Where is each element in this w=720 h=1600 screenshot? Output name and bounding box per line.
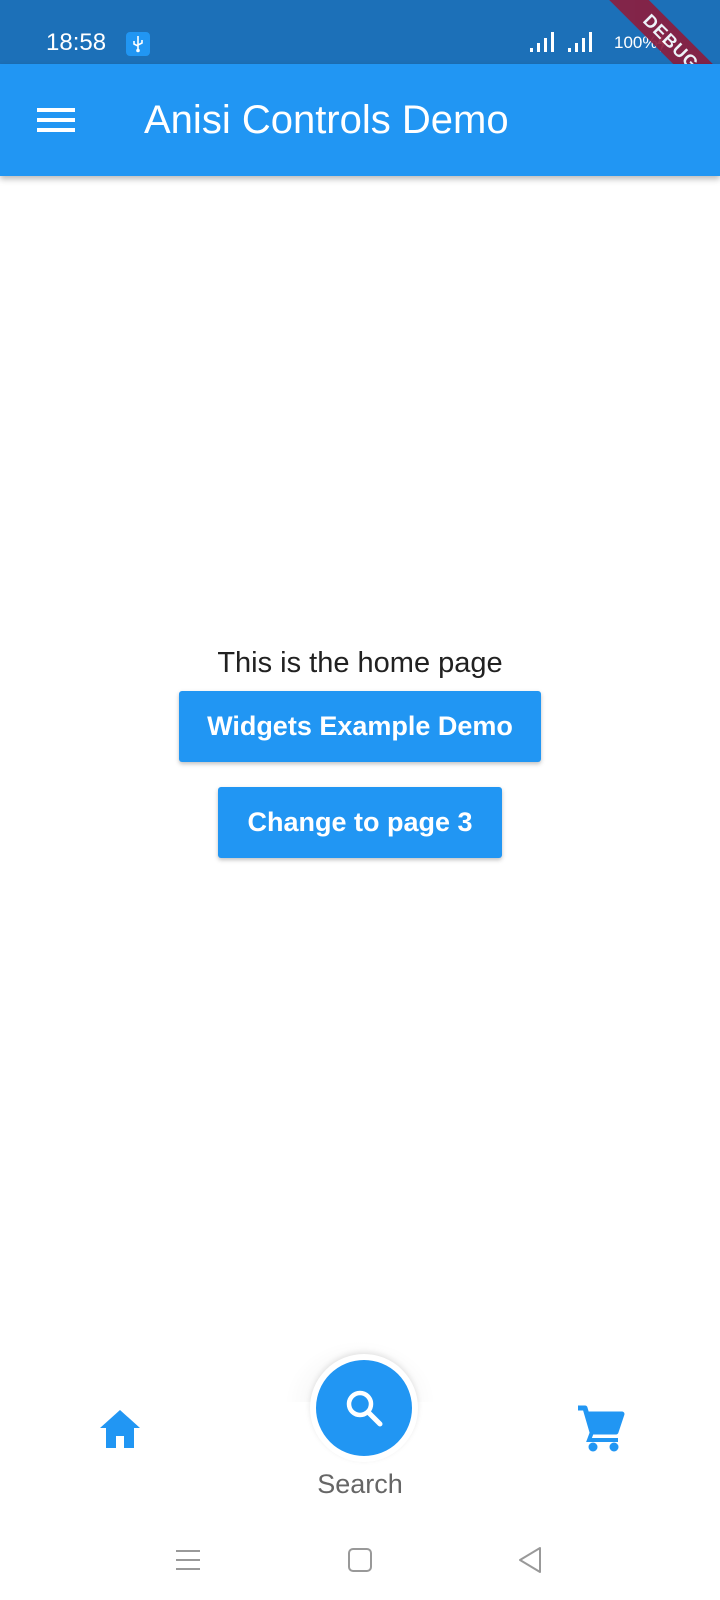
menu-icon bbox=[37, 108, 75, 132]
search-icon bbox=[346, 1390, 383, 1427]
usb-icon bbox=[126, 32, 150, 56]
page-title: Anisi Controls Demo bbox=[144, 98, 509, 142]
signal-icon bbox=[528, 30, 558, 59]
system-navigation-bar bbox=[0, 1530, 720, 1600]
recents-icon bbox=[176, 1550, 200, 1570]
status-time: 18:58 bbox=[46, 29, 107, 56]
home-page-text: This is the home page bbox=[217, 647, 503, 679]
menu-button[interactable] bbox=[22, 88, 90, 152]
back-icon bbox=[519, 1547, 541, 1573]
app-bar: Anisi Controls Demo bbox=[0, 64, 720, 176]
nav-search-label: Search bbox=[317, 1469, 403, 1499]
nav-home[interactable] bbox=[92, 1404, 148, 1456]
system-home-button[interactable] bbox=[330, 1530, 390, 1590]
bottom-navigation: Search bbox=[0, 1340, 720, 1510]
widgets-example-demo-button[interactable]: Widgets Example Demo bbox=[179, 691, 541, 762]
change-to-page-3-button[interactable]: Change to page 3 bbox=[218, 787, 502, 858]
back-button[interactable] bbox=[500, 1530, 560, 1590]
signal-icon bbox=[566, 30, 596, 59]
home-square-icon bbox=[348, 1548, 372, 1572]
home-icon bbox=[100, 1410, 140, 1448]
nav-cart[interactable] bbox=[572, 1402, 628, 1454]
status-bar: 18:58 100% bbox=[0, 0, 720, 64]
cart-icon bbox=[578, 1405, 625, 1452]
recents-button[interactable] bbox=[158, 1530, 218, 1590]
nav-search[interactable] bbox=[310, 1354, 418, 1462]
